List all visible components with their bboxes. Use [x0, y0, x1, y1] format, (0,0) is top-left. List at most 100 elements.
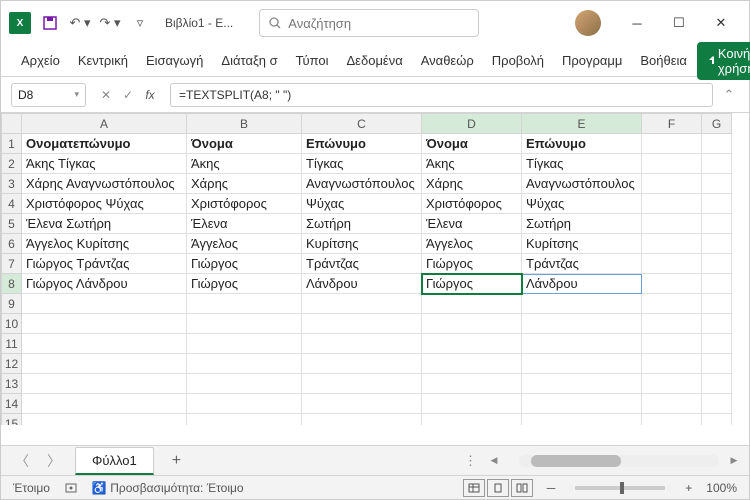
cell-D14[interactable]: [422, 394, 522, 414]
col-header-D[interactable]: D: [422, 114, 522, 134]
add-sheet-button[interactable]: +: [164, 452, 189, 470]
cell-A9[interactable]: [22, 294, 187, 314]
cell-D1[interactable]: Όνομα: [422, 134, 522, 154]
cell-D2[interactable]: Άκης: [422, 154, 522, 174]
row-header-14[interactable]: 14: [2, 394, 22, 414]
sheet-nav-prev[interactable]: 〈: [11, 451, 33, 471]
cell-D3[interactable]: Χάρης: [422, 174, 522, 194]
cell-G15[interactable]: [702, 414, 732, 426]
cell-D15[interactable]: [422, 414, 522, 426]
col-header-B[interactable]: B: [187, 114, 302, 134]
cell-E13[interactable]: [522, 374, 642, 394]
cell-C9[interactable]: [302, 294, 422, 314]
formula-input[interactable]: =TEXTSPLIT(A8; " "): [170, 83, 713, 107]
col-header-F[interactable]: F: [642, 114, 702, 134]
cell-G9[interactable]: [702, 294, 732, 314]
cell-B4[interactable]: Χριστόφορος: [187, 194, 302, 214]
cell-C13[interactable]: [302, 374, 422, 394]
row-header-1[interactable]: 1: [2, 134, 22, 154]
user-avatar[interactable]: [575, 10, 601, 36]
cell-E14[interactable]: [522, 394, 642, 414]
cell-D12[interactable]: [422, 354, 522, 374]
accept-formula-button[interactable]: ✓: [118, 84, 138, 106]
macro-record-icon[interactable]: [64, 481, 78, 495]
cell-C10[interactable]: [302, 314, 422, 334]
cell-B3[interactable]: Χάρης: [187, 174, 302, 194]
cell-F11[interactable]: [642, 334, 702, 354]
cell-B10[interactable]: [187, 314, 302, 334]
cell-B5[interactable]: Έλενα: [187, 214, 302, 234]
cell-B9[interactable]: [187, 294, 302, 314]
cell-E3[interactable]: Αναγνωστόπουλος: [522, 174, 642, 194]
cell-E12[interactable]: [522, 354, 642, 374]
cell-E15[interactable]: [522, 414, 642, 426]
scrollbar-thumb[interactable]: [531, 455, 621, 467]
accessibility-status[interactable]: ♿ Προσβασιμότητα: Έτοιμο: [92, 481, 244, 495]
tab-review[interactable]: Αναθεώρ: [413, 48, 482, 73]
cell-C4[interactable]: Ψύχας: [302, 194, 422, 214]
cell-G10[interactable]: [702, 314, 732, 334]
cell-E6[interactable]: Κυρίτσης: [522, 234, 642, 254]
cell-F9[interactable]: [642, 294, 702, 314]
tab-file[interactable]: Αρχείο: [13, 48, 68, 73]
cell-B2[interactable]: Άκης: [187, 154, 302, 174]
cell-G11[interactable]: [702, 334, 732, 354]
page-break-view-button[interactable]: [511, 479, 533, 497]
cell-D4[interactable]: Χριστόφορος: [422, 194, 522, 214]
cell-E5[interactable]: Σωτήρη: [522, 214, 642, 234]
cell-C6[interactable]: Κυρίτσης: [302, 234, 422, 254]
cell-G14[interactable]: [702, 394, 732, 414]
cell-C7[interactable]: Τράντζας: [302, 254, 422, 274]
cell-B7[interactable]: Γιώργος: [187, 254, 302, 274]
tab-formulas[interactable]: Τύποι: [288, 48, 337, 73]
redo-button[interactable]: ↷ ▾: [97, 10, 123, 36]
undo-button[interactable]: ↶ ▾: [67, 10, 93, 36]
cell-C14[interactable]: [302, 394, 422, 414]
cell-F7[interactable]: [642, 254, 702, 274]
cell-A11[interactable]: [22, 334, 187, 354]
cell-F1[interactable]: [642, 134, 702, 154]
zoom-out-button[interactable]: ─: [547, 481, 556, 495]
cell-F3[interactable]: [642, 174, 702, 194]
cell-F8[interactable]: [642, 274, 702, 294]
col-header-G[interactable]: G: [702, 114, 732, 134]
cell-D10[interactable]: [422, 314, 522, 334]
tab-developer[interactable]: Προγραμμ: [554, 48, 630, 73]
search-box[interactable]: Αναζήτηση: [259, 9, 479, 37]
cell-F12[interactable]: [642, 354, 702, 374]
row-header-12[interactable]: 12: [2, 354, 22, 374]
tab-insert[interactable]: Εισαγωγή: [138, 48, 211, 73]
cell-A5[interactable]: Έλενα Σωτήρη: [22, 214, 187, 234]
cell-F14[interactable]: [642, 394, 702, 414]
col-header-A[interactable]: A: [22, 114, 187, 134]
share-button[interactable]: Κοινή χρήση: [697, 42, 750, 80]
cell-A2[interactable]: Άκης Τίγκας: [22, 154, 187, 174]
row-header-8[interactable]: 8: [2, 274, 22, 294]
cell-A10[interactable]: [22, 314, 187, 334]
cell-G1[interactable]: [702, 134, 732, 154]
zoom-slider[interactable]: [575, 486, 665, 490]
cell-D5[interactable]: Έλενα: [422, 214, 522, 234]
cell-C11[interactable]: [302, 334, 422, 354]
cell-C8[interactable]: Λάνδρου: [302, 274, 422, 294]
tab-data[interactable]: Δεδομένα: [339, 48, 411, 73]
tab-layout[interactable]: Διάταξη σ: [213, 48, 285, 73]
cell-C1[interactable]: Επώνυμο: [302, 134, 422, 154]
name-box[interactable]: D8▾: [11, 83, 86, 107]
cell-A6[interactable]: Άγγελος Κυρίτσης: [22, 234, 187, 254]
spreadsheet-grid[interactable]: ABCDEFG1ΟνοματεπώνυμοΌνομαΕπώνυμοΌνομαΕπ…: [1, 113, 749, 425]
cell-D13[interactable]: [422, 374, 522, 394]
zoom-in-button[interactable]: +: [685, 481, 692, 495]
cell-B15[interactable]: [187, 414, 302, 426]
row-header-4[interactable]: 4: [2, 194, 22, 214]
cell-A12[interactable]: [22, 354, 187, 374]
maximize-button[interactable]: ☐: [659, 8, 699, 38]
cell-E1[interactable]: Επώνυμο: [522, 134, 642, 154]
tab-help[interactable]: Βοήθεια: [632, 48, 695, 73]
cell-D6[interactable]: Άγγελος: [422, 234, 522, 254]
cell-B11[interactable]: [187, 334, 302, 354]
row-header-2[interactable]: 2: [2, 154, 22, 174]
cell-E2[interactable]: Τίγκας: [522, 154, 642, 174]
cell-D11[interactable]: [422, 334, 522, 354]
tab-view[interactable]: Προβολή: [484, 48, 552, 73]
